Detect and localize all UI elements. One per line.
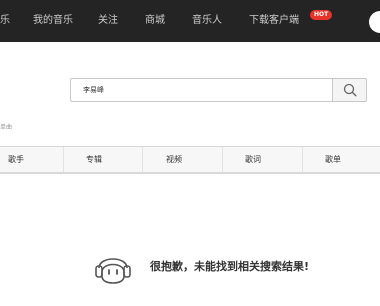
tab-playlists[interactable]: 歌单 <box>325 147 341 172</box>
search-box <box>70 78 332 102</box>
top-nav-bar: 乐 我的音乐 关注 商城 音乐人 下载客户端 HOT <box>0 0 380 42</box>
tab-divider <box>222 147 223 172</box>
headphone-face-icon <box>95 258 131 284</box>
nav-item-mall[interactable]: 商城 <box>145 0 165 42</box>
tab-videos[interactable]: 视频 <box>166 147 182 172</box>
result-count-note: 单曲 <box>0 124 13 131</box>
tab-albums[interactable]: 专辑 <box>86 147 102 172</box>
nav-item-my-music[interactable]: 我的音乐 <box>33 0 73 42</box>
nav-item-download-client[interactable]: 下载客户端 <box>249 0 299 42</box>
tab-divider <box>142 147 143 172</box>
page: 乐 我的音乐 关注 商城 音乐人 下载客户端 HOT 单曲 歌手 专辑 视频 歌… <box>0 0 380 306</box>
tab-artists[interactable]: 歌手 <box>8 147 24 172</box>
hot-badge: HOT <box>310 10 333 20</box>
tab-lyrics[interactable]: 歌词 <box>245 147 261 172</box>
tab-divider <box>302 147 303 172</box>
tab-divider <box>63 147 64 172</box>
nav-item-discover[interactable]: 乐 <box>0 0 10 42</box>
search-button[interactable] <box>332 78 367 102</box>
avatar[interactable] <box>369 11 380 33</box>
search-tabs: 歌手 专辑 视频 歌词 歌单 <box>0 146 380 174</box>
nav-item-musician[interactable]: 音乐人 <box>192 0 222 42</box>
nav-item-follow[interactable]: 关注 <box>98 0 118 42</box>
search-input[interactable] <box>83 79 323 101</box>
search-icon <box>343 83 357 97</box>
empty-state-message: 很抱歉，未能找到相关搜索结果! <box>150 260 310 273</box>
